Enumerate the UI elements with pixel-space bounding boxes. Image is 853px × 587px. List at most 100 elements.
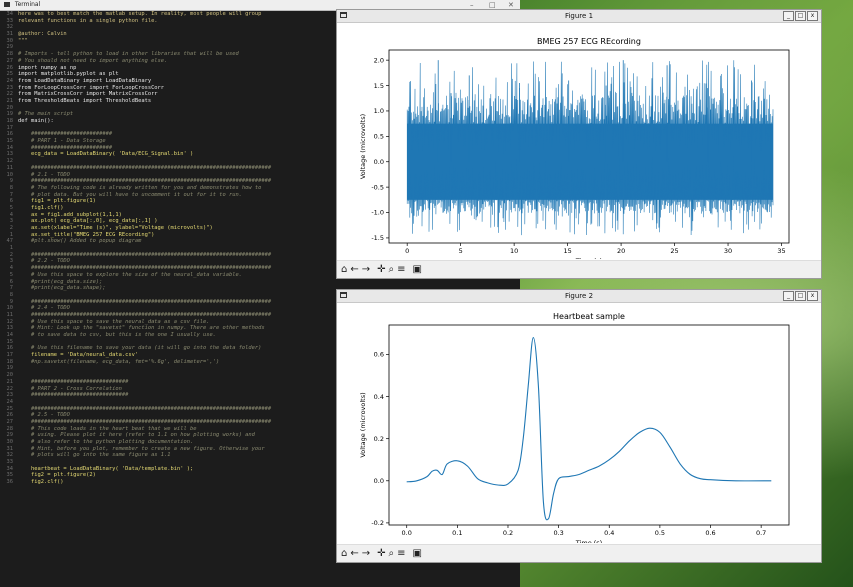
y-tick-label: 0.4	[374, 393, 384, 401]
code-text: def main():	[18, 118, 54, 124]
y-tick-label: 2.0	[374, 56, 384, 64]
line-number: 7	[9, 285, 13, 292]
line-number: 15	[6, 138, 14, 145]
minimize-button[interactable]: _	[783, 11, 794, 21]
pan-icon[interactable]: ✛	[377, 545, 385, 563]
line-number: 24	[6, 77, 14, 84]
line-number: 5	[9, 271, 13, 278]
close-button[interactable]: x	[807, 11, 818, 21]
line-number: 28	[6, 425, 14, 432]
back-icon[interactable]: ←	[350, 545, 358, 563]
code-text: ########################################…	[18, 251, 272, 258]
code-text: fig1 = plt.figure(1)	[18, 198, 96, 205]
line-number: 4	[9, 211, 13, 218]
save-icon[interactable]: ▣	[413, 261, 422, 279]
code-text: ########################################…	[18, 178, 272, 185]
code-text: from ThresholdBeats import ThresholdBeat…	[18, 97, 152, 104]
code-text: # using. Please plot it here (refer to 1…	[18, 432, 255, 439]
line-number: 27	[6, 418, 14, 425]
code-text: from ForLoopCrossCorr import ForLoopCros…	[18, 84, 165, 91]
code-text: #plt.show() Added to popup diagram	[18, 238, 142, 245]
forward-icon[interactable]: →	[362, 545, 370, 563]
code-text: # Hint, before you plot, remember to cre…	[18, 445, 265, 452]
save-icon[interactable]: ▣	[413, 545, 422, 563]
code-text: ax.set_title("BMEG 257 ECG REcording")	[18, 231, 155, 238]
line-number: 16	[6, 131, 14, 138]
line-number: 33	[6, 459, 14, 466]
line-number: 4	[9, 265, 13, 272]
code-text: # 2.4 - TODO	[18, 305, 70, 312]
figure1-title: Figure 1	[564, 12, 594, 20]
line-number: 14	[6, 144, 14, 151]
line-number: 22	[6, 385, 14, 392]
x-tick-label: 30	[724, 247, 732, 255]
code-text: fig2.clf()	[18, 479, 64, 486]
line-number: 2	[9, 225, 13, 231]
pan-icon[interactable]: ✛	[377, 261, 385, 279]
line-number: 23	[6, 392, 14, 399]
line-number: 6	[9, 278, 13, 285]
line-number: 34	[6, 465, 14, 472]
window-icon	[340, 12, 347, 18]
code-text: from LoadDataBinary import LoadDataBinar…	[18, 77, 152, 84]
home-icon[interactable]: ⌂	[341, 261, 347, 279]
code-text: # Use this space to save the neural_data…	[18, 318, 210, 325]
line-number: 47	[6, 238, 14, 245]
x-tick-label: 15	[563, 247, 571, 255]
code-text: ########################################…	[18, 311, 272, 318]
ecg-chart[interactable]: 0 5 10 15 20 25 30 35 -1.5 -1.0 -0.5 0.0 0.5 1.0 1.5 2.…	[337, 23, 821, 259]
maximize-button[interactable]: □	[795, 291, 806, 301]
code-text: # You should not need to import anything…	[18, 57, 168, 64]
chart-title: Heartbeat sample	[553, 312, 625, 321]
code-text: # Use this space to explore the size of …	[18, 271, 242, 278]
line-number: 20	[6, 104, 14, 111]
code-text: # 2.2 - TODO	[18, 258, 70, 265]
code-text: ecg_data = LoadDataBinary( 'Data/ECG_Sig…	[18, 151, 194, 158]
code-text: filename = 'Data/neural_data.csv'	[18, 352, 139, 359]
code-text: #np.savetxt(filename, ecg_data, fmt='%.6…	[18, 358, 220, 365]
y-axis-label: Voltage (microvolts)	[359, 392, 367, 457]
line-number: 14	[6, 332, 14, 338]
figure2-titlebar[interactable]: Figure 2 _ □ x	[337, 290, 821, 303]
y-tick-label: 0.6	[374, 351, 384, 359]
line-number: 1	[9, 231, 13, 238]
line-number: 18	[6, 118, 14, 124]
y-tick-label: -0.2	[371, 519, 384, 527]
x-tick-label: 0.3	[553, 529, 563, 537]
figure1-window[interactable]: Figure 1 _ □ x 0 5 10 15 20 25 30 35 -1.5 -1.0 -0.…	[336, 9, 822, 279]
heartbeat-chart[interactable]: 0.0 0.1 0.2 0.3 0.4 0.5 0.6 0.7 -0.2 0.0 0.2 0.4 0.6…	[337, 303, 821, 543]
y-tick-label: 0.0	[374, 477, 384, 485]
code-text: # Hint: Look up the "savetxt" function i…	[18, 325, 265, 332]
zoom-icon[interactable]: ⌕	[389, 261, 395, 279]
code-text: import numpy as np	[18, 64, 77, 71]
line-number: 2	[9, 251, 13, 258]
line-number: 12	[6, 158, 14, 165]
y-tick-label: 0.2	[374, 435, 384, 443]
line-number: 29	[6, 44, 14, 51]
figure2-window[interactable]: Figure 2 _ □ x 0.0 0.1 0.2 0.3 0.4 0.5 0.6 0.7 -…	[336, 289, 822, 563]
code-text: from MatrixCrossCorr import MatrixCrossC…	[18, 91, 158, 98]
line-number: 11	[6, 164, 14, 171]
line-number: 11	[6, 311, 14, 318]
back-icon[interactable]: ←	[350, 261, 358, 279]
figure1-titlebar[interactable]: Figure 1 _ □ x	[337, 10, 821, 23]
y-tick-label: 1.5	[374, 82, 384, 90]
forward-icon[interactable]: →	[362, 261, 370, 279]
line-number: 31	[6, 445, 14, 452]
home-icon[interactable]: ⌂	[341, 545, 347, 563]
maximize-button[interactable]: □	[795, 11, 806, 21]
line-number: 34	[6, 11, 14, 17]
line-number: 25	[6, 405, 14, 412]
window-icon	[340, 292, 347, 298]
line-number: 29	[6, 432, 14, 439]
code-text: # PART 2 - Cross Correlation	[18, 385, 122, 392]
line-number: 7	[9, 191, 13, 198]
y-tick-label: 1.0	[374, 107, 384, 115]
minimize-button[interactable]: _	[783, 291, 794, 301]
line-number: 13	[6, 151, 14, 158]
close-button[interactable]: x	[807, 291, 818, 301]
zoom-icon[interactable]: ⌕	[389, 545, 395, 563]
x-tick-label: 0.1	[452, 529, 462, 537]
configure-icon[interactable]: ≡	[397, 261, 405, 279]
configure-icon[interactable]: ≡	[397, 545, 405, 563]
